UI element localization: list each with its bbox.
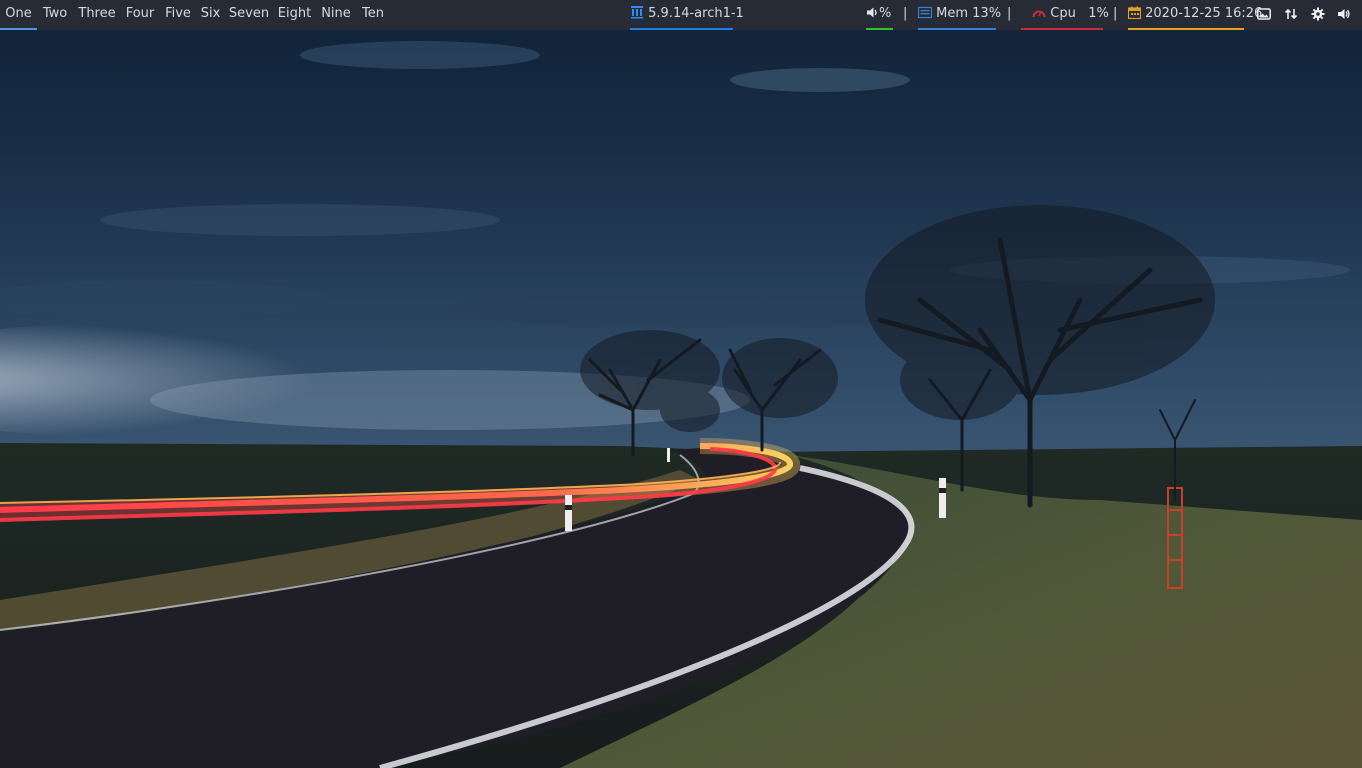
memory-text: Mem 13% [936, 6, 1002, 21]
memory-icon [917, 2, 933, 29]
speaker-icon [866, 2, 879, 29]
workspace-one[interactable]: One [0, 0, 37, 30]
image-viewer-icon[interactable] [1257, 7, 1271, 21]
calendar-icon [1127, 2, 1142, 29]
separator: | [1007, 6, 1012, 21]
cpu-text: Cpu 1% [1050, 6, 1109, 21]
memory-module: Mem 13% [917, 0, 1001, 30]
archlinux-icon [630, 2, 644, 29]
separator: | [903, 6, 908, 21]
workspace-three[interactable]: Three [76, 0, 118, 28]
volume-module[interactable]: % [866, 0, 893, 30]
workspace-nine[interactable]: Nine [318, 0, 354, 28]
kernel-version: 5.9.14-arch1-1 [630, 0, 744, 30]
workspace-four[interactable]: Four [122, 0, 158, 28]
workspace-five[interactable]: Five [162, 0, 194, 28]
workspace-eight[interactable]: Eight [275, 0, 314, 28]
desktop-wallpaper [0, 0, 1362, 768]
clock-text: 2020-12-25 16:26 [1145, 6, 1263, 21]
top-bar: One Two Three Four Five Six Seven Eight … [0, 0, 1362, 30]
separator: | [1113, 6, 1118, 21]
kernel-version-text: 5.9.14-arch1-1 [648, 6, 744, 21]
gear-icon[interactable] [1311, 7, 1325, 21]
volume-text: % [879, 6, 892, 21]
speaker-icon[interactable] [1337, 7, 1351, 21]
clock-module[interactable]: 2020-12-25 16:26 [1127, 0, 1262, 30]
workspace-two[interactable]: Two [38, 0, 72, 28]
cpu-module: Cpu 1% [1021, 0, 1109, 30]
network-transfer-icon[interactable] [1284, 7, 1298, 21]
workspace-seven[interactable]: Seven [227, 0, 271, 28]
workspace-six[interactable]: Six [198, 0, 223, 28]
gauge-icon [1032, 2, 1046, 29]
workspace-ten[interactable]: Ten [358, 0, 388, 28]
